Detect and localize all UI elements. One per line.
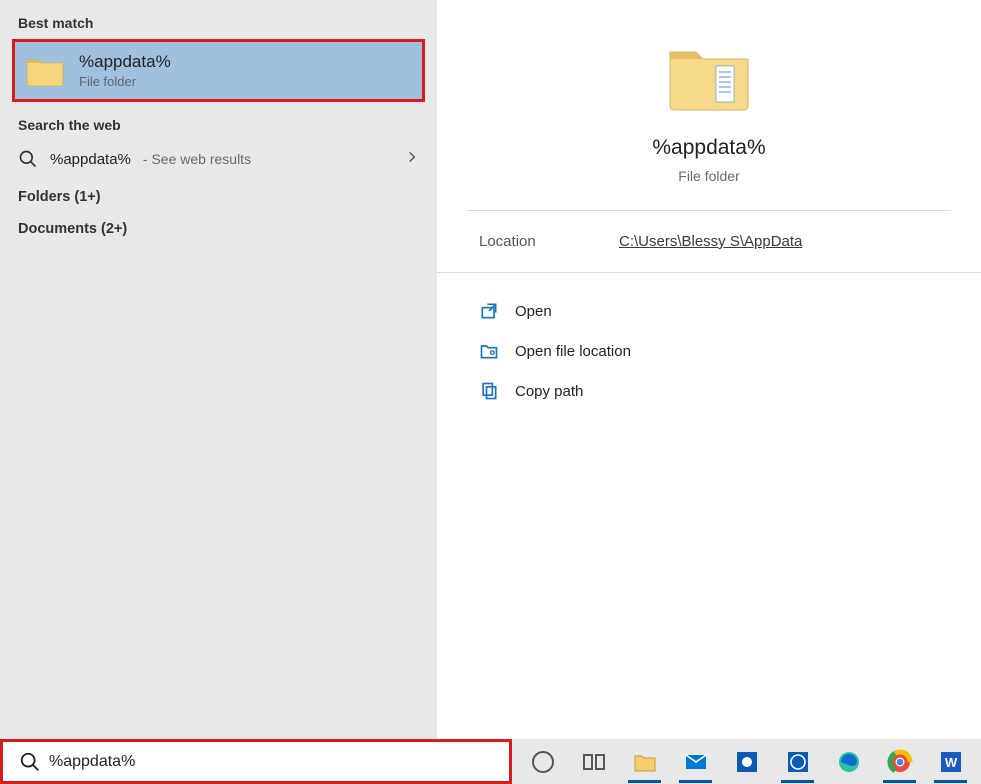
action-list: Open Open file location Copy path: [437, 273, 981, 411]
details-header: %appdata% File folder: [467, 30, 951, 211]
best-match-title: %appdata%: [79, 52, 171, 72]
folder-location-icon: [479, 341, 499, 361]
category-folders[interactable]: Folders (1+): [0, 177, 437, 209]
best-match-header: Best match: [0, 0, 437, 39]
action-open-file-location[interactable]: Open file location: [479, 331, 951, 371]
action-label: Copy path: [515, 383, 583, 400]
location-row: Location C:\Users\Blessy S\AppData: [437, 211, 981, 273]
photos-icon[interactable]: [724, 741, 769, 783]
web-result-hint: - See web results: [143, 151, 251, 167]
search-bar[interactable]: [0, 739, 512, 784]
details-subtitle: File folder: [678, 168, 739, 184]
copy-icon: [479, 381, 499, 401]
chevron-right-icon: [405, 150, 419, 169]
chrome-icon[interactable]: [877, 741, 922, 783]
cortana-icon[interactable]: [520, 741, 565, 783]
search-icon: [19, 751, 41, 773]
search-icon: [18, 149, 38, 169]
search-results-panel: Best match %appdata% File folder Search …: [0, 0, 437, 739]
folder-icon: [664, 36, 754, 116]
edge-icon[interactable]: [826, 741, 871, 783]
open-icon: [479, 301, 499, 321]
task-view-icon[interactable]: [571, 741, 616, 783]
svg-text:W: W: [944, 755, 957, 770]
category-documents[interactable]: Documents (2+): [0, 209, 437, 241]
dell-icon[interactable]: [775, 741, 820, 783]
web-result-row[interactable]: %appdata% - See web results: [0, 141, 437, 177]
location-label: Location: [479, 233, 619, 250]
file-explorer-icon[interactable]: [622, 741, 667, 783]
result-details-pane: %appdata% File folder Location C:\Users\…: [437, 0, 981, 739]
best-match-text: %appdata% File folder: [79, 52, 171, 89]
mail-icon[interactable]: [673, 741, 718, 783]
folder-icon: [25, 54, 65, 88]
action-open[interactable]: Open: [479, 291, 951, 331]
location-path-link[interactable]: C:\Users\Blessy S\AppData: [619, 233, 802, 250]
details-title: %appdata%: [652, 136, 765, 160]
best-match-subtitle: File folder: [79, 74, 171, 89]
taskbar: W: [512, 739, 981, 784]
web-result-query: %appdata%: [50, 151, 131, 168]
word-icon[interactable]: W: [928, 741, 973, 783]
action-label: Open: [515, 303, 552, 320]
search-input[interactable]: [49, 753, 501, 771]
best-match-result[interactable]: %appdata% File folder: [12, 39, 425, 102]
action-copy-path[interactable]: Copy path: [479, 371, 951, 411]
action-label: Open file location: [515, 343, 631, 360]
search-web-header: Search the web: [0, 102, 437, 141]
